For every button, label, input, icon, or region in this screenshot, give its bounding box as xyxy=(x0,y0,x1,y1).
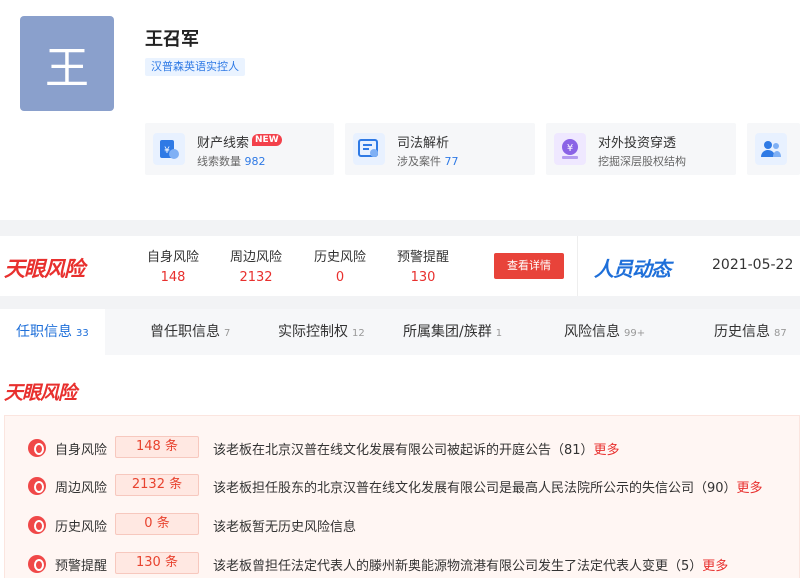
more-link[interactable]: 更多 xyxy=(702,559,728,574)
tab-count: 1 xyxy=(495,328,503,339)
risk-label: 自身风险 xyxy=(55,443,108,458)
card-judicial-analysis[interactable]: 司法解析 涉及案件 77 xyxy=(345,123,535,175)
card-title: 对外投资穿透 xyxy=(598,136,677,151)
risk-row-self: 自身风险 148 条 该老板在北京汉普在线文化发展有限公司被起诉的开庭公告（81… xyxy=(5,436,800,460)
tab-current-positions[interactable]: 任职信息 33 xyxy=(0,309,105,355)
risk-count-pill[interactable]: 148 条 xyxy=(115,436,199,458)
risk-count-pill[interactable]: 2132 条 xyxy=(115,474,199,496)
risk-row-warning: 预警提醒 130 条 该老板曾担任法定代表人的滕州新奥能源物流港有限公司发生了法… xyxy=(5,552,800,576)
tab-count: 33 xyxy=(76,328,89,339)
view-details-button[interactable]: 查看详情 xyxy=(494,253,564,279)
card-sub-value: 77 xyxy=(444,155,459,168)
profile-header: 王 王召军 汉普森英语实控人 ¥ 财产线索 NEW 线索数量 982 司法解析 涉… xyxy=(0,0,800,220)
card-sub-label: 挖掘深层股权结构 xyxy=(598,155,686,168)
stat-value: 148 xyxy=(160,270,186,285)
alarm-icon xyxy=(28,477,46,495)
tab-label: 实际控制权 xyxy=(278,324,348,340)
tab-group[interactable]: 所属集团/族群 1 xyxy=(403,309,502,355)
tab-count: 7 xyxy=(224,328,231,339)
tab-label: 曾任职信息 xyxy=(150,324,220,340)
more-link[interactable]: 更多 xyxy=(594,443,620,458)
tab-label: 历史信息 xyxy=(714,324,770,340)
divider xyxy=(577,236,578,296)
tab-bar: 任职信息 33 曾任职信息 7 实际控制权 12 所属集团/族群 1 风险信息 99+ 历… xyxy=(0,309,800,355)
risk-row-peripheral: 周边风险 2132 条 该老板担任股东的北京汉普在线文化发展有限公司是最高人民法… xyxy=(5,474,800,498)
tab-label: 风险信息 xyxy=(564,324,620,340)
role-tag[interactable]: 汉普森英语实控人 xyxy=(145,58,245,76)
stat-label: 周边风险 xyxy=(229,250,282,265)
card-asset-clues[interactable]: ¥ 财产线索 NEW 线索数量 982 xyxy=(145,123,334,175)
tianyan-risk-logo: 天眼风险 xyxy=(4,257,85,281)
legal-doc-icon xyxy=(353,133,385,165)
tab-label: 所属集团/族群 xyxy=(403,324,492,340)
risk-summary-bar: 天眼风险 自身风险 148 周边风险 2132 历史风险 0 预警提醒 130 … xyxy=(0,236,800,296)
risk-label: 历史风险 xyxy=(55,520,108,535)
page: 王 王召军 汉普森英语实控人 ¥ 财产线索 NEW 线索数量 982 司法解析 涉… xyxy=(0,0,800,578)
stat-label: 预警提醒 xyxy=(396,250,449,265)
risk-list: 自身风险 148 条 该老板在北京汉普在线文化发展有限公司被起诉的开庭公告（81… xyxy=(4,415,800,578)
risk-desc: 该老板担任股东的北京汉普在线文化发展有限公司是最高人民法院所公示的失信公司（90… xyxy=(213,481,737,496)
risk-count-pill[interactable]: 130 条 xyxy=(115,552,199,574)
avatar: 王 xyxy=(20,16,114,111)
tab-history-info[interactable]: 历史信息 87 xyxy=(714,309,787,355)
people-dynamics-logo: 人员动态 xyxy=(594,257,671,281)
tab-count: 87 xyxy=(774,328,787,339)
risk-section: 天眼风险 自身风险 148 条 该老板在北京汉普在线文化发展有限公司被起诉的开庭… xyxy=(0,355,800,578)
risk-count-pill[interactable]: 0 条 xyxy=(115,513,199,535)
tab-label: 任职信息 xyxy=(16,324,72,340)
tianyan-risk-logo: 天眼风险 xyxy=(4,382,77,404)
tab-count: 12 xyxy=(352,328,365,339)
card-people[interactable] xyxy=(747,123,800,175)
person-name: 王召军 xyxy=(145,29,199,50)
stat-label: 历史风险 xyxy=(313,250,366,265)
risk-desc: 该老板暂无历史风险信息 xyxy=(213,520,357,535)
new-badge: NEW xyxy=(252,134,282,146)
tab-count: 99+ xyxy=(624,328,646,339)
stat-value: 0 xyxy=(335,270,345,285)
risk-desc: 该老板曾担任法定代表人的滕州新奥能源物流港有限公司发生了法定代表人变更（5） xyxy=(213,559,703,574)
more-link[interactable]: 更多 xyxy=(737,481,763,496)
stat-self-risk[interactable]: 自身风险 148 xyxy=(138,246,208,285)
stat-warning[interactable]: 预警提醒 130 xyxy=(388,246,458,285)
risk-desc: 该老板在北京汉普在线文化发展有限公司被起诉的开庭公告（81） xyxy=(213,443,594,458)
feature-cards: ¥ 财产线索 NEW 线索数量 982 司法解析 涉及案件 77 ¥ 对外投资穿透… xyxy=(145,123,800,175)
tab-risk-info[interactable]: 风险信息 99+ xyxy=(564,309,645,355)
svg-text:¥: ¥ xyxy=(567,143,573,154)
stat-peripheral-risk[interactable]: 周边风险 2132 xyxy=(221,246,291,285)
card-investment-penetration[interactable]: ¥ 对外投资穿透 挖掘深层股权结构 xyxy=(546,123,736,175)
card-sub-label: 涉及案件 xyxy=(397,155,441,168)
card-title: 司法解析 xyxy=(397,136,450,151)
people-icon xyxy=(755,133,787,165)
risk-row-history: 历史风险 0 条 该老板暂无历史风险信息 xyxy=(5,513,800,537)
alarm-icon xyxy=(28,439,46,457)
tab-former-positions[interactable]: 曾任职信息 7 xyxy=(150,309,230,355)
card-sub-value: 982 xyxy=(244,155,266,168)
stat-value: 2132 xyxy=(239,270,273,285)
card-sub-label: 线索数量 xyxy=(197,155,241,168)
clock-icon xyxy=(28,516,46,534)
stat-value: 130 xyxy=(410,270,436,285)
investment-icon: ¥ xyxy=(554,133,586,165)
risk-label: 周边风险 xyxy=(55,481,108,496)
stat-label: 自身风险 xyxy=(146,250,199,265)
card-title: 财产线索 xyxy=(197,136,250,151)
dynamics-date: 2021-05-22 xyxy=(712,257,794,273)
tab-actual-control[interactable]: 实际控制权 12 xyxy=(278,309,365,355)
risk-label: 预警提醒 xyxy=(55,559,108,574)
money-bag-icon: ¥ xyxy=(153,133,185,165)
stat-history-risk[interactable]: 历史风险 0 xyxy=(305,246,375,285)
bell-icon xyxy=(28,555,46,573)
